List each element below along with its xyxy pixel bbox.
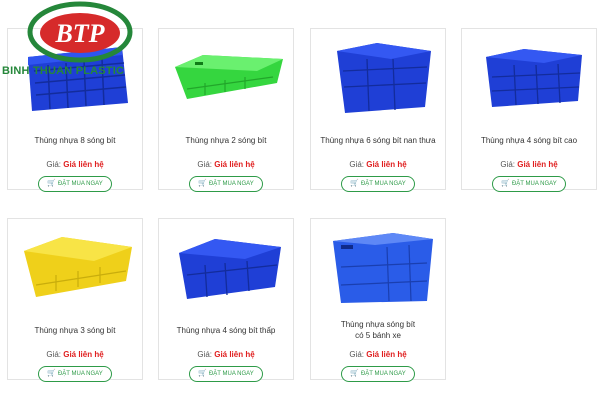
product-name-line2: có 5 bánh xe bbox=[355, 331, 401, 340]
order-now-button[interactable]: 🛒 ĐẶT MUA NGAY bbox=[38, 366, 112, 382]
product-price: Giá: Giá liên hệ bbox=[462, 160, 596, 169]
product-name[interactable]: Thùng nhựa 4 sóng bít cao bbox=[466, 135, 592, 146]
product-image[interactable] bbox=[317, 37, 439, 115]
product-name[interactable]: Thùng nhựa 4 sóng bít thấp bbox=[163, 325, 289, 336]
price-label: Giá: bbox=[500, 160, 515, 169]
product-card[interactable]: Thùng nhựa 3 sóng bít Giá: Giá liên hệ 🛒… bbox=[7, 218, 143, 382]
price-value: Giá liên hệ bbox=[63, 350, 104, 359]
product-image[interactable] bbox=[317, 227, 439, 305]
price-label: Giá: bbox=[349, 350, 364, 359]
product-card[interactable]: Thùng nhựa sóng bít có 5 bánh xe Giá: Giá… bbox=[310, 218, 446, 382]
product-price: Giá: Giá liên hệ bbox=[159, 350, 293, 359]
order-now-label: ĐẶT MUA NGAY bbox=[360, 371, 406, 377]
price-value: Giá liên hệ bbox=[63, 160, 104, 169]
price-label: Giá: bbox=[46, 160, 61, 169]
brand-name: BINH THUAN PLASTIC bbox=[2, 65, 125, 77]
brand-logo[interactable]: BTP BINH THUAN PLASTIC bbox=[0, 0, 160, 80]
cart-icon: 🛒 bbox=[350, 370, 359, 377]
price-value: Giá liên hệ bbox=[366, 160, 407, 169]
order-now-label: ĐẶT MUA NGAY bbox=[360, 181, 406, 187]
order-now-label: ĐẶT MUA NGAY bbox=[511, 181, 557, 187]
product-price: Giá: Giá liên hệ bbox=[159, 160, 293, 169]
product-price: Giá: Giá liên hệ bbox=[8, 350, 142, 359]
product-name[interactable]: Thùng nhựa sóng bít có 5 bánh xe bbox=[315, 319, 441, 341]
order-now-button[interactable]: 🛒 ĐẶT MUA NGAY bbox=[189, 366, 263, 382]
product-card[interactable]: Thùng nhựa 4 sóng bít thấp Giá: Giá liên… bbox=[158, 218, 294, 382]
order-now-label: ĐẶT MUA NGAY bbox=[208, 371, 254, 377]
product-name[interactable]: Thùng nhựa 2 sóng bít bbox=[163, 135, 289, 146]
product-card[interactable]: Thùng nhựa 4 sóng bít cao Giá: Giá liên … bbox=[461, 28, 597, 192]
price-label: Giá: bbox=[46, 350, 61, 359]
product-image[interactable] bbox=[165, 37, 287, 115]
order-now-button[interactable]: 🛒 ĐẶT MUA NGAY bbox=[341, 176, 415, 192]
order-now-button[interactable]: 🛒 ĐẶT MUA NGAY bbox=[341, 366, 415, 382]
product-name[interactable]: Thùng nhựa 6 sóng bít nan thưa bbox=[315, 135, 441, 146]
logo-mark: BTP bbox=[54, 19, 105, 48]
product-card[interactable]: Thùng nhựa 2 sóng bít Giá: Giá liên hệ 🛒… bbox=[158, 28, 294, 192]
order-now-label: ĐẶT MUA NGAY bbox=[57, 181, 103, 187]
cart-icon: 🛒 bbox=[47, 180, 56, 187]
cart-icon: 🛒 bbox=[350, 180, 359, 187]
order-now-button[interactable]: 🛒 ĐẶT MUA NGAY bbox=[492, 176, 566, 192]
cart-icon: 🛒 bbox=[47, 370, 56, 377]
product-name[interactable]: Thùng nhựa 8 sóng bít bbox=[12, 135, 138, 146]
cart-icon: 🛒 bbox=[198, 180, 207, 187]
product-image[interactable] bbox=[165, 227, 287, 305]
order-now-label: ĐẶT MUA NGAY bbox=[208, 181, 254, 187]
price-value: Giá liên hệ bbox=[214, 350, 255, 359]
order-now-label: ĐẶT MUA NGAY bbox=[57, 371, 103, 377]
order-now-button[interactable]: 🛒 ĐẶT MUA NGAY bbox=[38, 176, 112, 192]
product-image[interactable] bbox=[14, 227, 136, 305]
price-label: Giá: bbox=[197, 160, 212, 169]
price-label: Giá: bbox=[349, 160, 364, 169]
price-value: Giá liên hệ bbox=[366, 350, 407, 359]
price-label: Giá: bbox=[197, 350, 212, 359]
cart-icon: 🛒 bbox=[501, 180, 510, 187]
price-value: Giá liên hệ bbox=[214, 160, 255, 169]
product-price: Giá: Giá liên hệ bbox=[311, 160, 445, 169]
product-name[interactable]: Thùng nhựa 3 sóng bít bbox=[12, 325, 138, 336]
product-card[interactable]: Thùng nhựa 6 sóng bít nan thưa Giá: Giá … bbox=[310, 28, 446, 192]
order-now-button[interactable]: 🛒 ĐẶT MUA NGAY bbox=[189, 176, 263, 192]
product-name-line1: Thùng nhựa sóng bít bbox=[340, 320, 416, 329]
price-value: Giá liên hệ bbox=[517, 160, 558, 169]
product-price: Giá: Giá liên hệ bbox=[311, 350, 445, 359]
cart-icon: 🛒 bbox=[198, 370, 207, 377]
product-price: Giá: Giá liên hệ bbox=[8, 160, 142, 169]
product-image[interactable] bbox=[468, 37, 590, 115]
